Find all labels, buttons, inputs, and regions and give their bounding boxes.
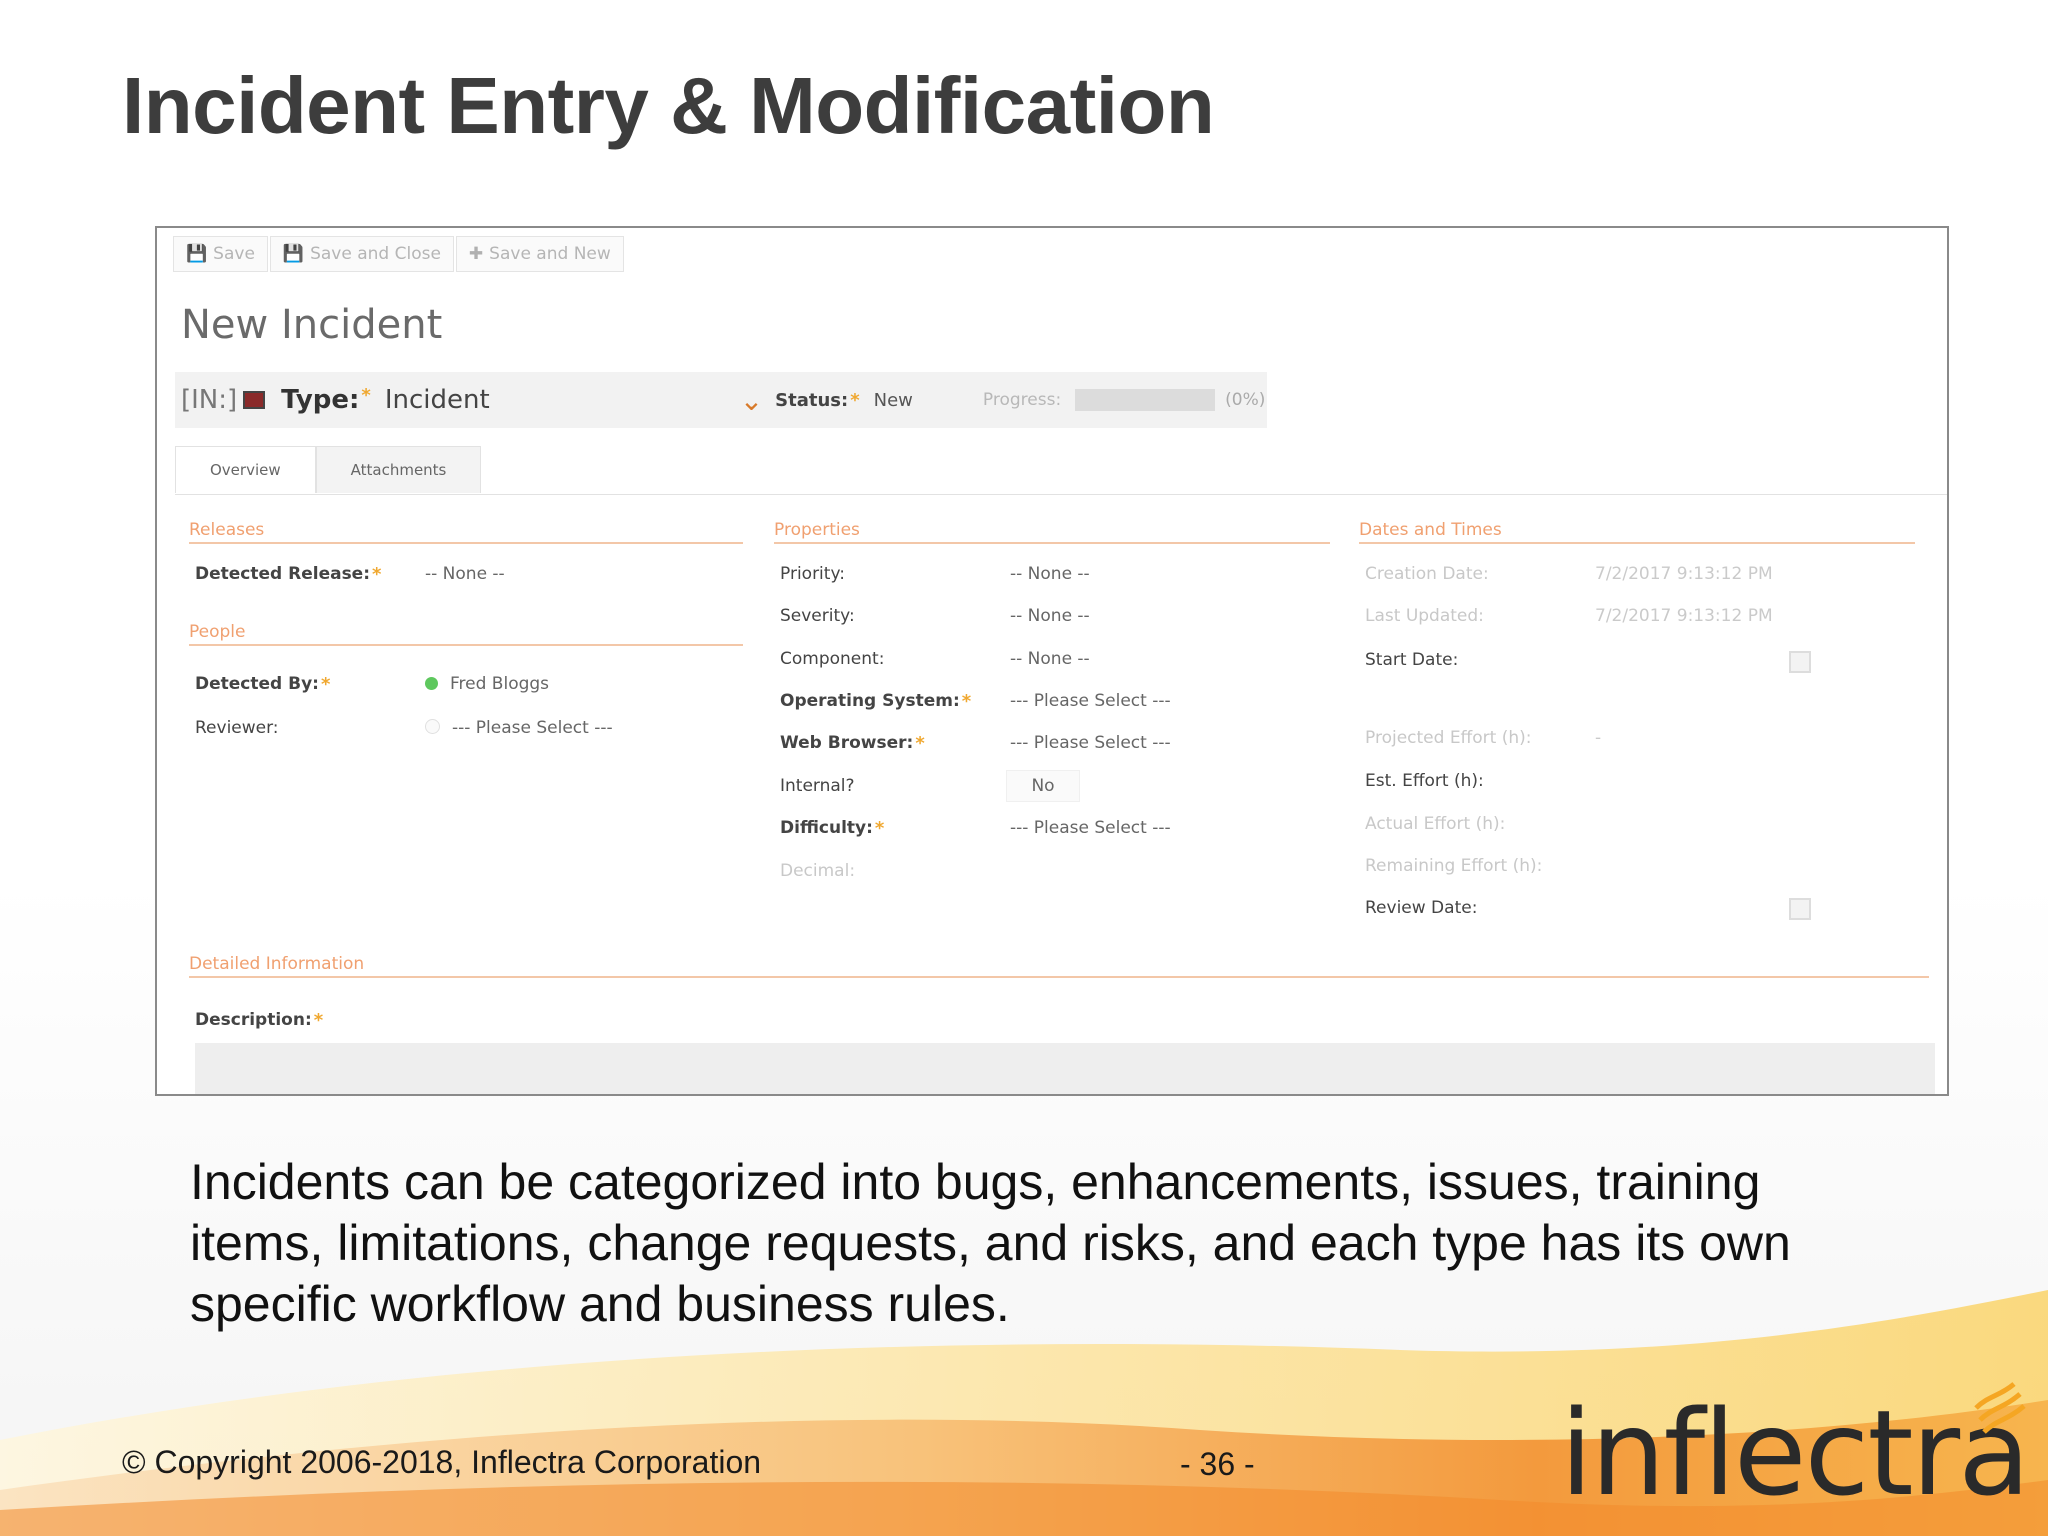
- projected-effort-value: -: [1595, 728, 1602, 748]
- detected-by-label: Detected By: *: [195, 674, 331, 695]
- copyright-text: © Copyright 2006-2018, Inflectra Corpora…: [122, 1444, 762, 1480]
- progress-bar: [1075, 389, 1216, 411]
- slide-title: Incident Entry & Modification: [122, 61, 1215, 150]
- tab-attachments[interactable]: Attachments: [315, 446, 482, 493]
- web-browser-label: Web Browser: *: [780, 733, 925, 754]
- calendar-icon[interactable]: [1789, 898, 1811, 920]
- incident-icon: [243, 391, 266, 409]
- priority-label: Priority:: [780, 564, 845, 584]
- creation-date-label: Creation Date:: [1365, 564, 1489, 584]
- releases-heading: Releases: [189, 520, 743, 544]
- required-marker: *: [313, 1010, 324, 1031]
- properties-heading: Properties: [774, 520, 1330, 544]
- start-date-label: Start Date:: [1365, 650, 1459, 670]
- calendar-icon[interactable]: [1789, 651, 1811, 673]
- detected-release-label: Detected Release: *: [195, 564, 382, 585]
- creation-date-value: 7/2/2017 9:13:12 PM: [1595, 564, 1773, 584]
- last-updated-label: Last Updated:: [1365, 606, 1484, 626]
- incident-form-screenshot: 💾 Save 💾 Save and Close ✚ Save and New N…: [155, 226, 1949, 1096]
- projected-effort-label: Projected Effort (h):: [1365, 728, 1532, 748]
- internal-toggle[interactable]: No: [1006, 770, 1080, 802]
- difficulty-select[interactable]: --- Please Select ---: [1010, 818, 1171, 838]
- type-label: Type: *: [281, 385, 371, 415]
- type-select[interactable]: Incident: [385, 385, 490, 415]
- artifact-prefix: [IN:]: [181, 385, 238, 415]
- required-marker: *: [915, 733, 925, 754]
- save-button[interactable]: 💾 Save: [173, 236, 268, 272]
- detailed-information-heading: Detailed Information: [189, 954, 1929, 978]
- inflectra-logo: inflectra: [1560, 1384, 2030, 1522]
- remaining-effort-label: Remaining Effort (h):: [1365, 856, 1543, 876]
- decimal-label: Decimal:: [780, 861, 856, 881]
- reviewer-select[interactable]: --- Please Select ---: [425, 718, 613, 738]
- description-editor[interactable]: [195, 1043, 1935, 1094]
- plus-icon: ✚: [468, 244, 484, 264]
- save-and-new-button[interactable]: ✚ Save and New: [455, 236, 624, 272]
- required-marker: *: [874, 818, 885, 839]
- difficulty-label: Difficulty: *: [780, 818, 885, 839]
- save-label: Save: [213, 244, 255, 264]
- web-browser-select[interactable]: --- Please Select ---: [1010, 733, 1171, 753]
- logo-swoosh-icon: [1974, 1382, 2026, 1434]
- reviewer-label: Reviewer:: [195, 718, 279, 738]
- save-and-new-label: Save and New: [489, 244, 611, 264]
- component-select[interactable]: -- None --: [1010, 649, 1090, 669]
- description-label: Description: *: [195, 1010, 324, 1031]
- dates-heading: Dates and Times: [1359, 520, 1915, 544]
- people-heading: People: [189, 622, 743, 646]
- form-title: New Incident: [181, 302, 443, 348]
- operating-system-select[interactable]: --- Please Select ---: [1010, 691, 1171, 711]
- severity-select[interactable]: -- None --: [1010, 606, 1090, 626]
- save-and-close-button[interactable]: 💾 Save and Close: [269, 236, 454, 272]
- detected-by-select[interactable]: Fred Bloggs: [425, 674, 549, 694]
- status-label: Status: *: [775, 389, 860, 411]
- tab-bar: Overview Attachments: [175, 446, 1947, 495]
- user-online-icon: [425, 677, 438, 690]
- detected-release-select[interactable]: -- None --: [425, 564, 505, 584]
- chevron-down-icon[interactable]: ⌄: [740, 384, 763, 417]
- slide-caption: Incidents can be categorized into bugs, …: [190, 1154, 1791, 1332]
- priority-select[interactable]: -- None --: [1010, 564, 1090, 584]
- operating-system-label: Operating System: *: [780, 691, 972, 712]
- required-marker: *: [961, 691, 972, 712]
- required-marker: *: [372, 564, 382, 585]
- required-marker: *: [850, 389, 860, 411]
- required-marker: *: [320, 674, 331, 695]
- component-label: Component:: [780, 649, 885, 669]
- toolbar: 💾 Save 💾 Save and Close ✚ Save and New: [173, 236, 626, 272]
- save-and-close-label: Save and Close: [310, 244, 441, 264]
- required-marker: *: [361, 385, 371, 406]
- progress-percent: (0%): [1225, 390, 1266, 410]
- type-status-bar: [IN:] Type: * Incident ⌄ Status: * New Pro…: [175, 372, 1267, 428]
- floppy-icon: 💾: [282, 244, 305, 264]
- est-effort-label: Est. Effort (h):: [1365, 771, 1484, 791]
- user-icon: [425, 719, 440, 734]
- actual-effort-label: Actual Effort (h):: [1365, 814, 1506, 834]
- floppy-icon: 💾: [186, 244, 208, 264]
- last-updated-value: 7/2/2017 9:13:12 PM: [1595, 606, 1773, 626]
- review-date-label: Review Date:: [1365, 898, 1478, 918]
- page-number: - 36 -: [1180, 1446, 1255, 1482]
- severity-label: Severity:: [780, 606, 855, 626]
- status-value: New: [873, 389, 913, 411]
- internal-label: Internal?: [780, 776, 855, 796]
- tab-overview[interactable]: Overview: [175, 446, 316, 493]
- progress-label: Progress:: [982, 390, 1062, 410]
